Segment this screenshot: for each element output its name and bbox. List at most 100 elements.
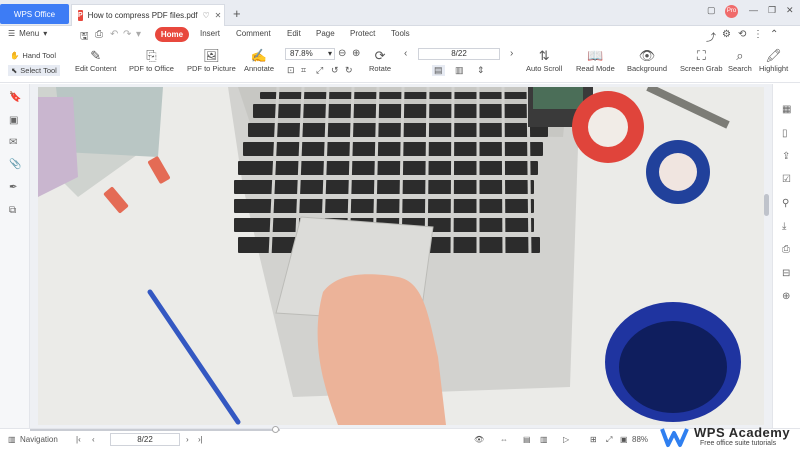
signature-icon[interactable]: ✒ bbox=[9, 182, 17, 193]
edit-content-button[interactable]: ✎ Edit Content bbox=[75, 48, 116, 73]
more-chevron-icon[interactable]: ▾ bbox=[136, 29, 141, 40]
pdf-to-picture-button[interactable]: 🖼 PDF to Picture bbox=[187, 48, 236, 73]
close-window-icon[interactable]: ✕ bbox=[786, 5, 794, 16]
pdf-to-office-label: PDF to Office bbox=[129, 64, 174, 73]
wps-academy-logo: WPS Academy Free office suite tutorials bbox=[660, 425, 800, 450]
maximize-icon[interactable]: ❐ bbox=[768, 5, 776, 16]
last-page-icon[interactable]: ›| bbox=[198, 435, 203, 444]
vertical-scrollbar[interactable] bbox=[764, 194, 769, 216]
search-label: Search bbox=[728, 64, 752, 73]
attachment-icon[interactable]: 📎 bbox=[9, 159, 21, 170]
tab-comment[interactable]: Comment bbox=[236, 29, 271, 38]
thumbnail-status-icon[interactable]: ⊞ bbox=[590, 435, 597, 444]
tab-home[interactable]: Home bbox=[155, 27, 189, 42]
wps-office-tab[interactable]: WPS Office bbox=[0, 4, 69, 24]
eye-status-icon[interactable]: 👁 bbox=[474, 435, 484, 444]
single-page-icon[interactable]: ▤ bbox=[432, 65, 445, 76]
thumbnail-icon[interactable]: ▣ bbox=[9, 115, 18, 126]
settings-icon[interactable]: ⚙ bbox=[722, 29, 731, 40]
properties-icon[interactable]: ▦ bbox=[782, 104, 791, 115]
annotate-button[interactable]: ✍ Annotate bbox=[244, 48, 274, 73]
page-number-field[interactable]: 8/22 bbox=[418, 48, 500, 60]
first-page-icon[interactable]: |‹ bbox=[76, 435, 81, 444]
progress-thumb[interactable] bbox=[272, 426, 279, 433]
zoom-in-icon[interactable]: ⊕ bbox=[352, 48, 360, 59]
picture-icon: 🖼 bbox=[203, 48, 220, 63]
rotate-right-icon[interactable]: ↻ bbox=[345, 65, 353, 76]
zoom-field[interactable]: 87.8% ▾ bbox=[285, 48, 335, 60]
layers-icon[interactable]: ⧉ bbox=[9, 205, 16, 216]
document-viewport[interactable] bbox=[30, 84, 772, 428]
previous-page-icon[interactable]: ‹ bbox=[404, 48, 407, 59]
highlight-button[interactable]: 🖍 Highlight bbox=[759, 48, 788, 73]
avatar[interactable]: Pro bbox=[725, 5, 738, 18]
auto-scroll-button[interactable]: ⇅ Auto Scroll bbox=[526, 48, 562, 73]
compress-icon[interactable]: ⤓ bbox=[782, 221, 786, 232]
fit-width-icon[interactable]: ⤢ bbox=[316, 65, 323, 76]
tab-pin-icon[interactable]: ♡ bbox=[202, 11, 209, 20]
redo-icon[interactable]: ↷ bbox=[123, 29, 131, 40]
continuous-icon[interactable]: ⇕ bbox=[477, 65, 485, 76]
bookmark-icon[interactable]: 🔖 bbox=[9, 92, 21, 103]
tab-close-icon[interactable]: ✕ bbox=[215, 11, 222, 20]
select-tool-button[interactable]: ⬉ Select Tool bbox=[8, 65, 60, 76]
collapse-ribbon-icon[interactable]: ⌃ bbox=[770, 29, 778, 40]
document-tab[interactable]: P How to compress PDF files.pdf ♡ ✕ bbox=[71, 4, 225, 26]
more-icon[interactable]: ⋮ bbox=[753, 29, 763, 40]
zoom-status-icon[interactable]: ▣ bbox=[620, 435, 628, 444]
single-page-status-icon[interactable]: ▤ bbox=[523, 435, 531, 444]
background-label: Background bbox=[627, 64, 668, 73]
tab-page[interactable]: Page bbox=[316, 29, 335, 38]
scan-icon[interactable]: ⊟ bbox=[782, 268, 790, 279]
next-page-icon[interactable]: › bbox=[510, 48, 513, 59]
pdf-file-icon: P bbox=[78, 10, 83, 21]
hand-tool-button[interactable]: ✋ Hand Tool bbox=[10, 51, 56, 60]
history-icon[interactable]: ⟲ bbox=[738, 29, 746, 40]
zoom-dropdown-icon[interactable]: ▾ bbox=[328, 49, 332, 59]
next-page-status-icon[interactable]: › bbox=[186, 435, 189, 444]
check-icon[interactable]: ☑ bbox=[782, 174, 791, 185]
window-layout-icon[interactable]: ▢ bbox=[707, 5, 716, 16]
fit-status-icon[interactable]: ⇔ bbox=[500, 435, 508, 444]
export-icon[interactable]: ⇪ bbox=[782, 151, 790, 162]
navigation-icon[interactable]: ▥ bbox=[8, 435, 16, 444]
share-icon[interactable]: ⤴ bbox=[706, 29, 716, 44]
tab-insert[interactable]: Insert bbox=[200, 29, 220, 38]
prev-page-icon[interactable]: ‹ bbox=[92, 435, 95, 444]
rotate-label: Rotate bbox=[369, 64, 392, 73]
pdf-to-office-button[interactable]: ⎘ PDF to Office bbox=[129, 48, 174, 73]
tab-edit[interactable]: Edit bbox=[287, 29, 301, 38]
save-icon[interactable]: 🖫 bbox=[80, 29, 89, 46]
zoom-status-value[interactable]: 88% bbox=[632, 435, 648, 444]
document-icon[interactable]: ▯ bbox=[782, 128, 788, 139]
comments-icon[interactable]: ✉ bbox=[9, 137, 17, 148]
double-page-status-icon[interactable]: ▥ bbox=[540, 435, 548, 444]
fit-page-icon[interactable]: ⊡ bbox=[287, 65, 295, 76]
read-mode-button[interactable]: 📖 Read Mode bbox=[576, 48, 615, 73]
rotate-left-icon[interactable]: ↺ bbox=[331, 65, 339, 76]
zoom-out-icon[interactable]: ⊖ bbox=[338, 48, 346, 59]
tab-protect[interactable]: Protect bbox=[350, 29, 375, 38]
crop-icon[interactable]: ⌗ bbox=[301, 65, 306, 76]
title-bar: WPS Office P How to compress PDF files.p… bbox=[0, 0, 800, 26]
minimize-icon[interactable]: — bbox=[749, 5, 758, 15]
rotate-button[interactable]: ⟳ Rotate bbox=[369, 48, 391, 73]
new-tab-button[interactable]: + bbox=[233, 6, 241, 21]
undo-icon[interactable]: ↶ bbox=[110, 29, 118, 40]
status-page-field[interactable]: 8/22 bbox=[110, 433, 180, 446]
fit-width-status-icon[interactable]: ⤢ bbox=[606, 435, 612, 445]
menu-button[interactable]: ☰ Menu ▾ bbox=[8, 29, 47, 38]
translate-icon[interactable]: ⚲ bbox=[782, 198, 789, 209]
print-icon[interactable]: ⎙ bbox=[95, 29, 103, 40]
zoom-side-icon[interactable]: ⊕ bbox=[782, 291, 790, 302]
background-button[interactable]: 👁 Background bbox=[627, 48, 667, 73]
print-side-icon[interactable]: ⎙ bbox=[782, 244, 790, 255]
search-button[interactable]: ⌕ Search bbox=[728, 48, 752, 73]
document-tab-title: How to compress PDF files.pdf bbox=[87, 11, 198, 20]
screen-grab-icon: ⛶ bbox=[696, 48, 706, 63]
screen-grab-button[interactable]: ⛶ Screen Grab bbox=[680, 48, 723, 73]
two-page-icon[interactable]: ▥ bbox=[455, 65, 464, 76]
navigation-label[interactable]: Navigation bbox=[20, 435, 58, 444]
play-icon[interactable]: ▷ bbox=[563, 435, 569, 444]
tab-tools[interactable]: Tools bbox=[391, 29, 410, 38]
